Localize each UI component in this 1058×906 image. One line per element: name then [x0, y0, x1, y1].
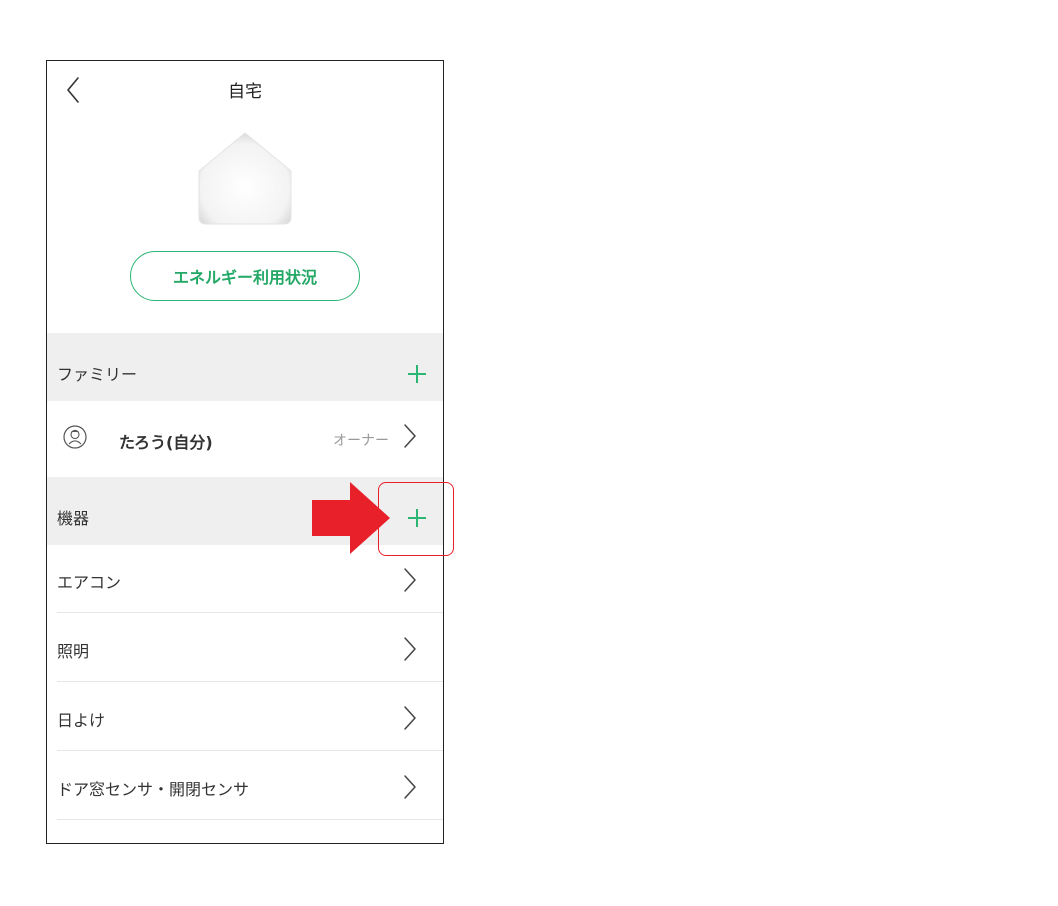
- device-label: エアコン: [57, 573, 122, 592]
- chevron-right-icon: [404, 775, 416, 799]
- house-icon: [195, 129, 295, 227]
- row-divider: [57, 819, 443, 820]
- family-section-header: ファミリー: [47, 333, 443, 401]
- row-divider: [57, 750, 443, 751]
- device-label: 日よけ: [57, 711, 106, 730]
- device-row-shade[interactable]: 日よけ: [47, 683, 443, 751]
- user-avatar-icon: [63, 425, 87, 449]
- chevron-right-icon: [404, 568, 416, 592]
- add-family-button[interactable]: [405, 362, 429, 386]
- chevron-right-icon: [404, 637, 416, 661]
- row-divider: [57, 681, 443, 682]
- family-member-row[interactable]: たろう(自分) オーナー: [47, 401, 443, 469]
- member-role: オーナー: [333, 433, 389, 449]
- chevron-right-icon: [404, 424, 416, 448]
- devices-section-title: 機器: [57, 509, 90, 528]
- device-row-door-window-sensor[interactable]: ドア窓センサ・開閉センサ: [47, 752, 443, 820]
- member-name: たろう(自分): [119, 433, 213, 452]
- navigation-bar: 自宅: [47, 61, 443, 119]
- energy-usage-label: エネルギー利用状況: [172, 268, 317, 287]
- plus-icon: [408, 365, 426, 383]
- annotation-highlight-box: [378, 482, 454, 556]
- energy-usage-button[interactable]: エネルギー利用状況: [130, 251, 360, 301]
- family-section-title: ファミリー: [57, 365, 138, 384]
- device-label: ドア窓センサ・開閉センサ: [57, 780, 250, 799]
- chevron-right-icon: [404, 706, 416, 730]
- page-title: 自宅: [228, 82, 262, 102]
- row-divider: [57, 612, 443, 613]
- device-row-lighting[interactable]: 照明: [47, 614, 443, 682]
- device-label: 照明: [57, 642, 90, 661]
- phone-screen: 自宅 エネルギー利用状況 ファミリー たろう(自分) オーナー 機器 エアコン …: [46, 60, 444, 844]
